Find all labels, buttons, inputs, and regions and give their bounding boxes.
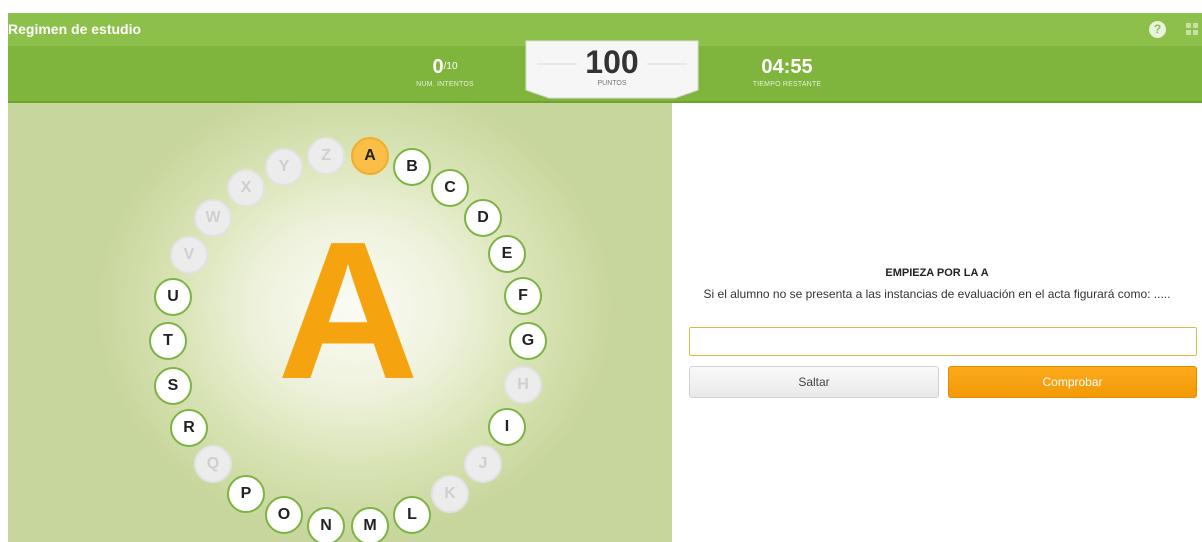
letter-bubble-j: J: [464, 445, 502, 483]
attempts-counter: 0/10 NUM. INTENTOS: [390, 56, 500, 88]
attempts-label: NUM. INTENTOS: [416, 81, 474, 88]
letter-bubble-h: H: [504, 366, 542, 404]
letter-bubble-m: M: [351, 507, 389, 542]
letter-bubble-w: W: [194, 199, 232, 237]
letter-wheel-panel: A ABCDEFGHIJKLMNOPQRSTUVWXYZ: [8, 103, 672, 542]
page-title: Regimen de estudio: [8, 21, 142, 37]
letter-bubble-c: C: [431, 169, 469, 207]
answer-input[interactable]: [689, 327, 1197, 356]
time-value: 04:55: [761, 56, 813, 78]
letter-bubble-z: Z: [307, 137, 345, 175]
letter-bubble-g: G: [509, 322, 547, 360]
skip-button[interactable]: Saltar: [689, 366, 939, 398]
letter-bubble-o: O: [265, 496, 303, 534]
letter-bubble-u: U: [154, 278, 192, 316]
letter-bubble-p: P: [227, 475, 265, 513]
letter-bubble-d: D: [464, 199, 502, 237]
attempts-max: /10: [443, 61, 458, 72]
letter-bubble-b: B: [393, 148, 431, 186]
points-label: PUNTOS: [597, 80, 627, 87]
time-label: TIEMPO RESTANTE: [752, 81, 822, 88]
rosco-game-app: Regimen de estudio ? 0/10 NUM. INTENTOS …: [0, 0, 1202, 542]
letter-bubble-n: N: [307, 507, 345, 542]
points-value: 100: [585, 44, 639, 80]
letter-ring: ABCDEFGHIJKLMNOPQRSTUVWXYZ: [8, 103, 672, 542]
letter-bubble-y: Y: [265, 148, 303, 186]
help-icon[interactable]: ?: [1149, 21, 1166, 38]
letter-bubble-l: L: [393, 496, 431, 534]
question-title: EMPIEZA POR LA A: [885, 267, 989, 279]
letter-bubble-s: S: [154, 367, 192, 405]
letter-bubble-f: F: [504, 277, 542, 315]
letter-bubble-v: V: [170, 236, 208, 274]
time-counter: 04:55 TIEMPO RESTANTE: [732, 56, 842, 88]
letter-bubble-k: K: [431, 475, 469, 513]
letter-bubble-a: A: [351, 137, 389, 175]
letter-bubble-q: Q: [194, 445, 232, 483]
question-panel: EMPIEZA POR LA A Si el alumno no se pres…: [672, 103, 1202, 542]
question-text: Si el alumno no se presenta a las instan…: [703, 287, 1171, 301]
check-button[interactable]: Comprobar: [948, 366, 1197, 398]
letter-bubble-r: R: [170, 409, 208, 447]
grid-icon[interactable]: [1186, 23, 1200, 37]
letter-bubble-e: E: [488, 235, 526, 273]
letter-bubble-x: X: [227, 169, 265, 207]
points-badge: 100 PUNTOS: [525, 40, 699, 100]
letter-bubble-t: T: [149, 322, 187, 360]
letter-bubble-i: I: [488, 408, 526, 446]
attempts-value: 0: [432, 56, 444, 78]
